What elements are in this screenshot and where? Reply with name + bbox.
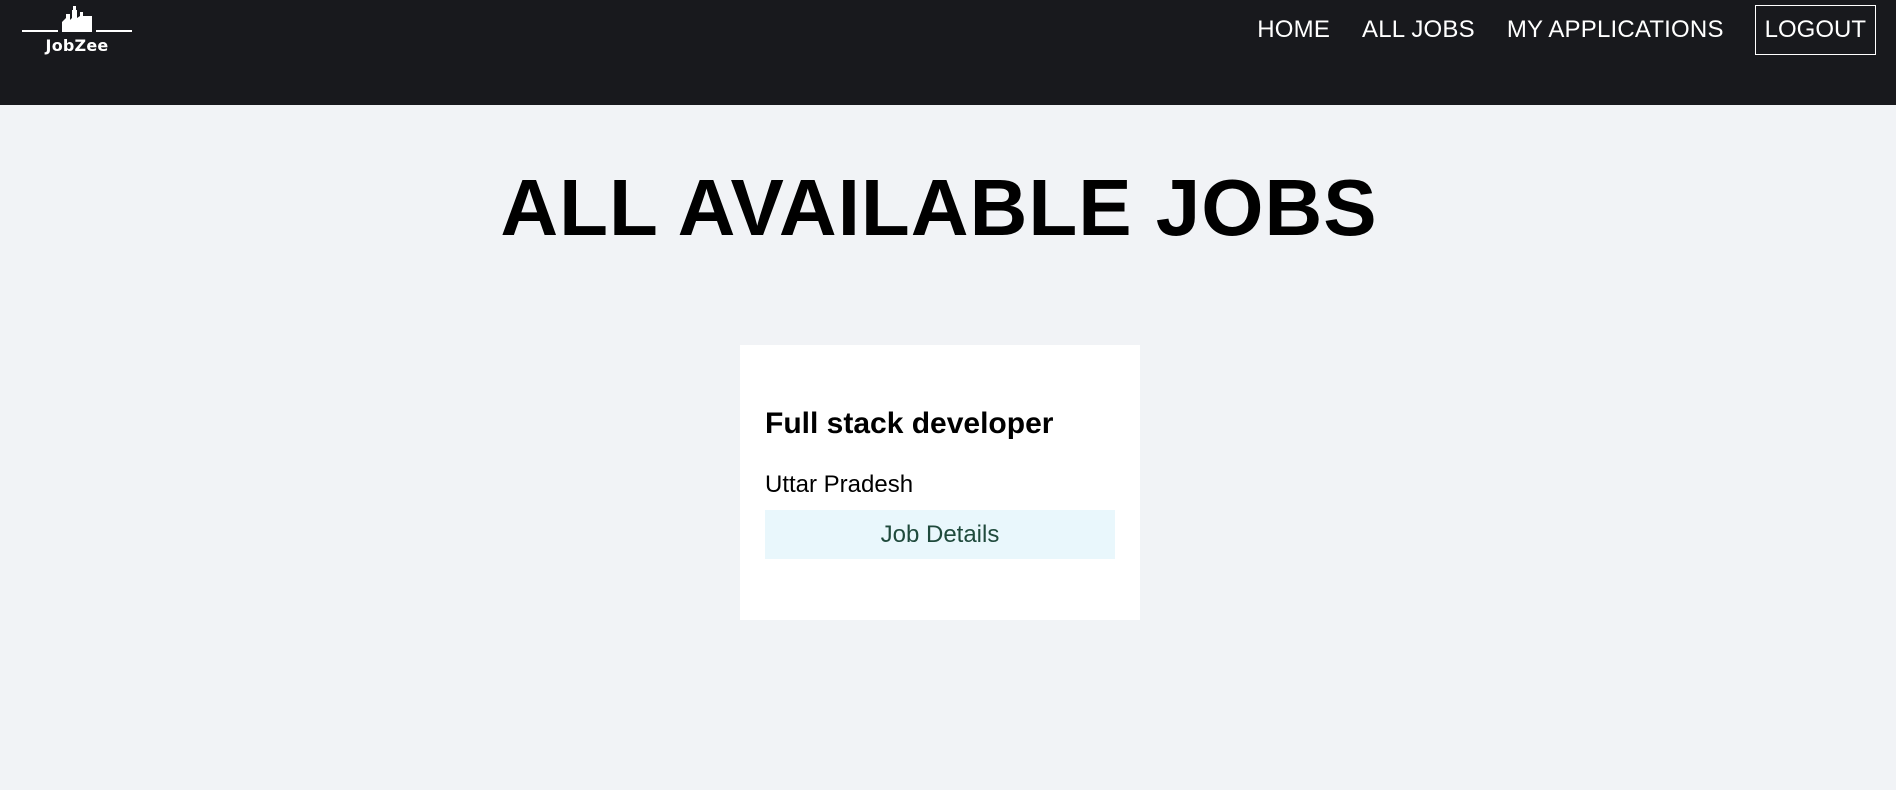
job-location: Uttar Pradesh (765, 471, 914, 498)
page-title: ALL AVAILABLE JOBS (500, 163, 1378, 252)
job-title: Full stack developer (765, 407, 1054, 440)
brand-name: JobZee (45, 36, 109, 55)
job-details-button[interactable]: Job Details (765, 510, 1115, 559)
logout-button[interactable]: LOGOUT (1754, 5, 1876, 55)
nav-home-link[interactable]: HOME (1257, 16, 1330, 44)
brand-logo[interactable]: JobZee (22, 6, 132, 58)
main-nav: HOME ALL JOBS MY APPLICATIONS LOGOUT (1257, 5, 1876, 55)
nav-all-jobs-link[interactable]: ALL JOBS (1362, 16, 1475, 44)
job-card: Full stack developer Uttar Pradesh Job D… (740, 345, 1140, 620)
factory-icon (22, 6, 132, 32)
nav-my-applications-link[interactable]: MY APPLICATIONS (1507, 16, 1724, 44)
navbar: JobZee HOME ALL JOBS MY APPLICATIONS LOG… (0, 0, 1896, 105)
